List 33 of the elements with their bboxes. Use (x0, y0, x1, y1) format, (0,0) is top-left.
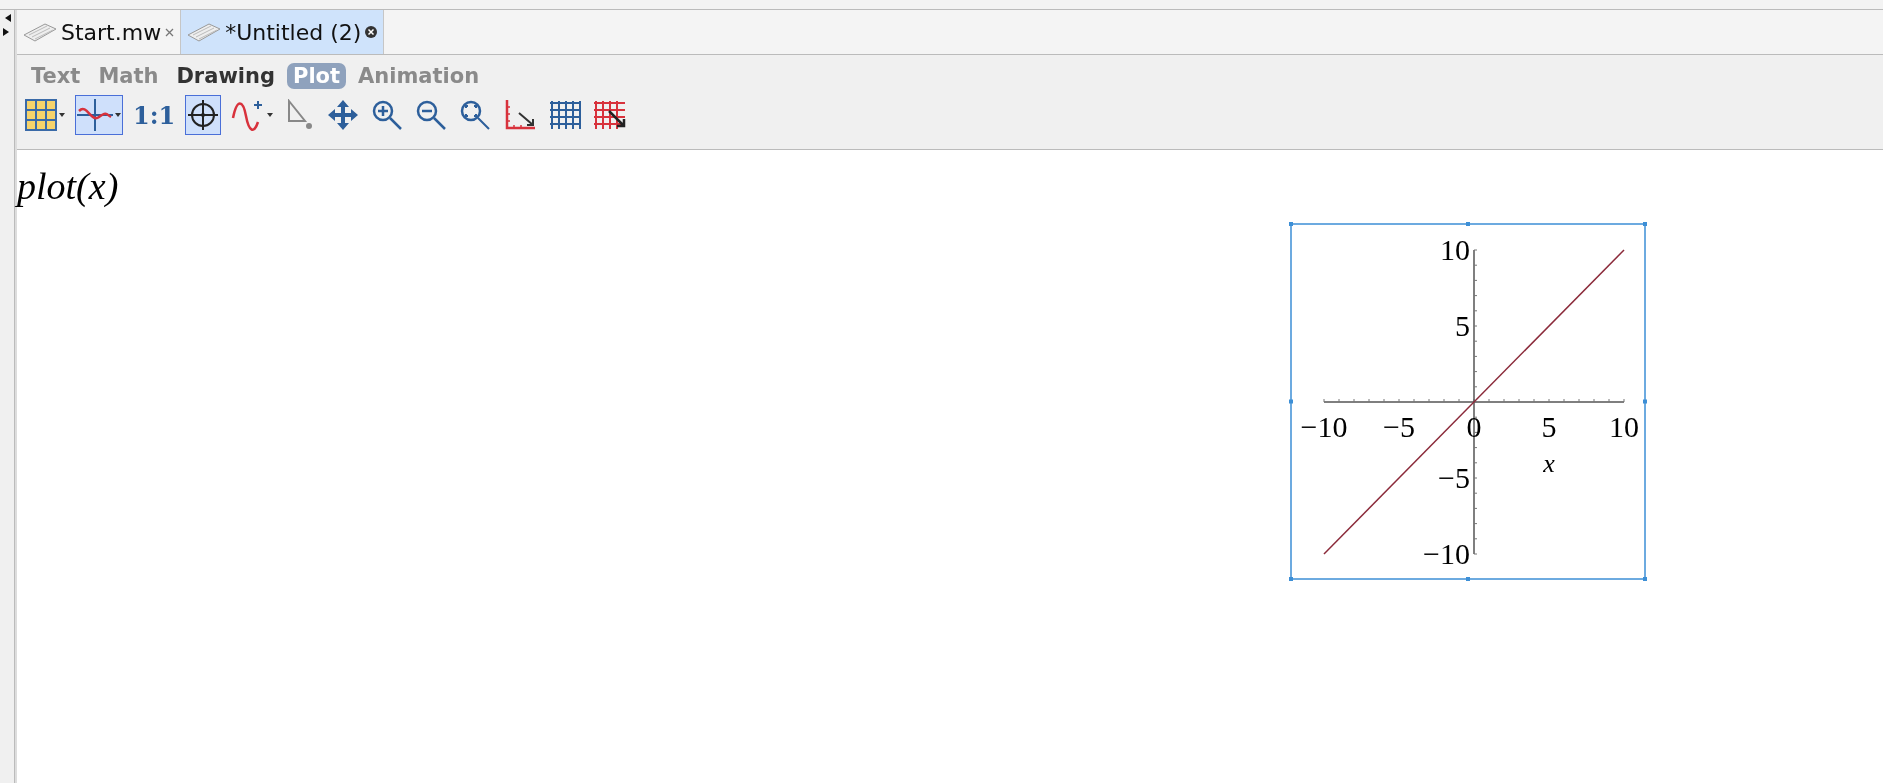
tick-label: 10 (1440, 233, 1470, 266)
worksheet-icon (23, 21, 57, 43)
toolbar-button[interactable] (185, 95, 222, 135)
tick-label: 5 (1541, 410, 1557, 443)
move-icon (327, 99, 360, 131)
table-icon (25, 99, 57, 131)
axis-label: x (1543, 449, 1555, 478)
crosshair-icon (187, 99, 220, 131)
grid-icon (549, 99, 582, 131)
context-tab[interactable]: Drawing (170, 63, 281, 89)
dropdown-caret-icon[interactable] (115, 113, 121, 117)
axes-icon (503, 99, 538, 131)
tick-label: −10 (1423, 537, 1470, 570)
dropdown-caret-icon[interactable] (267, 113, 274, 117)
tick-label: −5 (1438, 461, 1470, 494)
math-input[interactable]: plot(x) (17, 164, 1883, 208)
tick-label: 0 (1466, 410, 1482, 443)
zoom-fit-icon (459, 99, 492, 131)
tick-label: 10 (1609, 410, 1639, 443)
zoom-out-icon (415, 99, 448, 131)
curve-plot-icon (77, 99, 113, 131)
worksheet-icon (187, 21, 222, 43)
dropdown-caret-icon[interactable] (59, 113, 65, 117)
expand-arrows-icon[interactable] (3, 14, 11, 38)
zoom-in-icon (371, 99, 404, 131)
selection-frame[interactable] (1289, 222, 1647, 581)
grid-remove-icon (593, 99, 628, 131)
tick-label: −10 (1300, 410, 1348, 443)
document-tab[interactable]: *Untitled (2) (181, 10, 385, 54)
tick-label: 5 (1455, 309, 1470, 342)
tick-label: −5 (1383, 410, 1415, 443)
aspect-ratio-button[interactable]: 1:1 (131, 95, 178, 135)
close-icon[interactable] (365, 26, 378, 38)
